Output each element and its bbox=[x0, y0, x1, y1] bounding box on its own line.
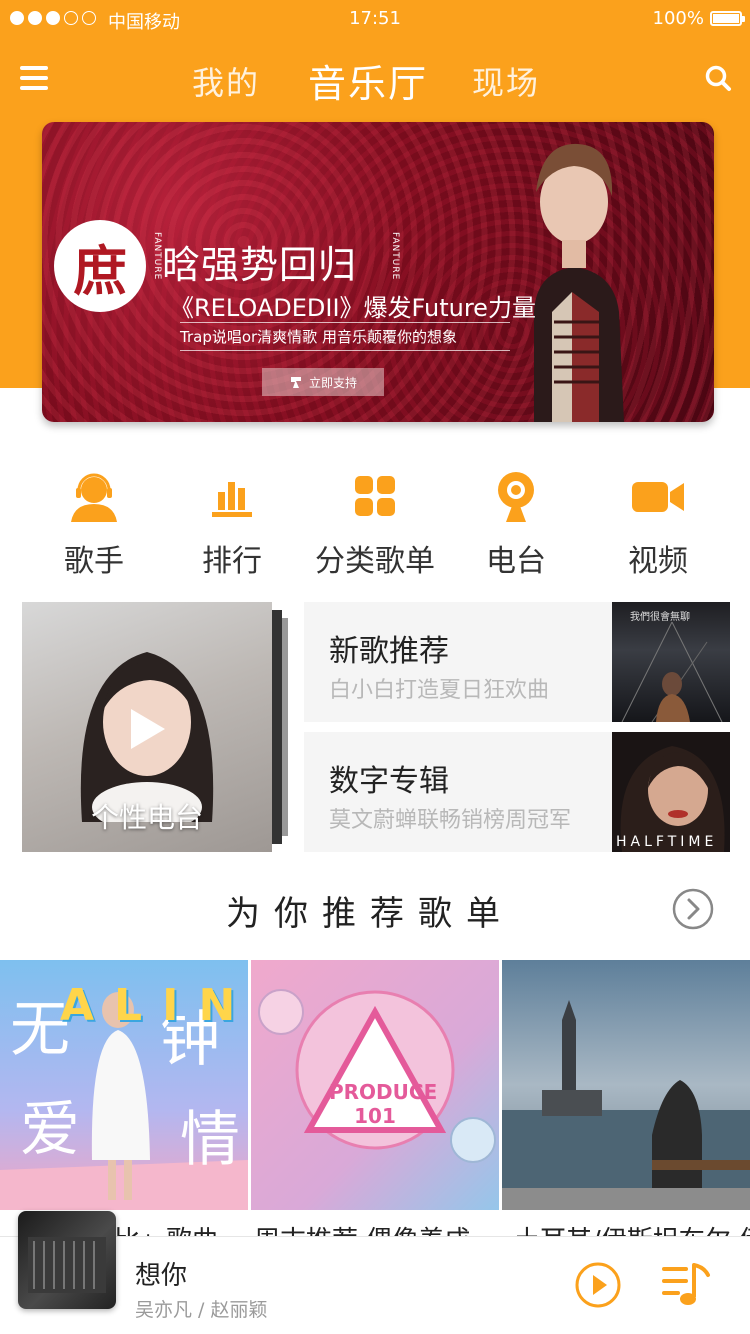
category-playlists[interactable]: 分类歌单 bbox=[305, 468, 445, 580]
banner-tagline: Trap说唱or清爽情歌 用音乐颠覆你的想象 bbox=[180, 328, 457, 346]
promo-banner[interactable]: 庶 FANTURE FANTURE 晗强势回归 《RELOADEDII》爆发Fu… bbox=[42, 122, 714, 422]
divider bbox=[180, 350, 510, 351]
category-ranking[interactable]: 排行 bbox=[162, 468, 302, 580]
category-radio[interactable]: 电台 bbox=[446, 468, 586, 580]
cover-text: HALFTIME bbox=[616, 834, 718, 850]
radio-icon bbox=[498, 472, 534, 522]
grid-icon bbox=[355, 476, 395, 516]
playlist-cover-text: ALIN bbox=[60, 980, 248, 1031]
cover-text: 我們很會無聊 bbox=[630, 612, 690, 623]
new-songs-cover: 我們很會無聊 bbox=[612, 602, 730, 722]
new-songs-card[interactable]: 新歌推荐 白小白打造夏日狂欢曲 我們很會無聊 bbox=[304, 602, 730, 722]
svg-text:情: 情 bbox=[180, 1105, 240, 1175]
now-playing-artist: 吴亦凡 / 赵丽颖 bbox=[135, 1299, 268, 1321]
top-nav: 我的 音乐厅 现场 bbox=[0, 44, 750, 116]
now-playing-cover[interactable] bbox=[18, 1211, 116, 1309]
playlist-card[interactable]: 无 钟 情 爱 ALIN bbox=[0, 960, 248, 1210]
banner-subtitle: 《RELOADEDII》爆发Future力量 bbox=[170, 294, 536, 322]
now-playing-title: 想你 bbox=[135, 1261, 188, 1291]
banner-headline: 晗强势回归 bbox=[162, 243, 358, 287]
digital-album-cover: HALFTIME bbox=[612, 732, 730, 852]
video-icon bbox=[632, 482, 684, 512]
feature-desc: 白小白打造夏日狂欢曲 bbox=[329, 678, 550, 703]
tab-mine[interactable]: 我的 bbox=[192, 58, 260, 104]
play-icon[interactable] bbox=[127, 707, 167, 751]
mini-player[interactable]: 想你 吴亦凡 / 赵丽颖 bbox=[0, 1211, 750, 1334]
banner-side-text: FANTURE bbox=[152, 232, 162, 281]
category-label: 视频 bbox=[628, 544, 688, 579]
feature-title: 新歌推荐 bbox=[329, 634, 449, 669]
feature-title: 数字专辑 bbox=[329, 764, 449, 799]
banner-artist-photo bbox=[534, 143, 624, 422]
playlist-icon[interactable] bbox=[660, 1259, 712, 1311]
card-stack-edge bbox=[282, 618, 288, 836]
chevron-right-icon[interactable] bbox=[672, 888, 714, 930]
singer-icon bbox=[71, 473, 117, 522]
personal-radio-card[interactable]: 个性电台 bbox=[22, 602, 272, 852]
battery-icon bbox=[710, 11, 745, 26]
category-label: 歌手 bbox=[64, 544, 124, 579]
chart-icon bbox=[212, 482, 252, 517]
status-bar: 中国移动 17:51 100% bbox=[0, 0, 750, 40]
search-icon[interactable] bbox=[704, 64, 732, 92]
card-stack-edge bbox=[272, 610, 282, 844]
lightning-icon bbox=[290, 377, 301, 388]
playlist-card[interactable]: PRODUCE 101 bbox=[251, 960, 499, 1210]
playlist-cover bbox=[502, 960, 750, 1210]
status-time: 17:51 bbox=[349, 8, 401, 29]
category-label: 排行 bbox=[202, 544, 262, 579]
category-singer[interactable]: 歌手 bbox=[24, 468, 164, 580]
playlist-cover-text: PRODUCE 101 bbox=[329, 1080, 438, 1128]
category-label: 分类歌单 bbox=[315, 544, 435, 579]
play-icon[interactable] bbox=[574, 1261, 622, 1309]
category-video[interactable]: 视频 bbox=[588, 468, 728, 580]
svg-text:爱: 爱 bbox=[20, 1095, 80, 1165]
feature-desc: 莫文蔚蝉联畅销榜周冠军 bbox=[329, 808, 572, 833]
digital-album-card[interactable]: 数字专辑 莫文蔚蝉联畅销榜周冠军 HALFTIME bbox=[304, 732, 730, 852]
battery-percent: 100% bbox=[652, 8, 704, 29]
radio-card-label: 个性电台 bbox=[90, 801, 203, 834]
tab-music-hall[interactable]: 音乐厅 bbox=[308, 53, 428, 108]
section-title: 为你推荐歌单 bbox=[226, 894, 514, 934]
banner-side-text: FANTURE bbox=[390, 232, 400, 281]
support-button-label: 立即支持 bbox=[308, 375, 357, 390]
divider bbox=[180, 322, 510, 323]
category-label: 电台 bbox=[486, 544, 546, 579]
playlist-card[interactable] bbox=[502, 960, 750, 1210]
brand-logo: 庶 bbox=[54, 220, 146, 312]
tab-live[interactable]: 现场 bbox=[472, 58, 540, 104]
category-row: 歌手 排行 分类歌单 电台 视频 bbox=[0, 468, 750, 580]
hamburger-icon[interactable] bbox=[20, 66, 48, 90]
support-button[interactable]: 立即支持 bbox=[262, 368, 384, 396]
